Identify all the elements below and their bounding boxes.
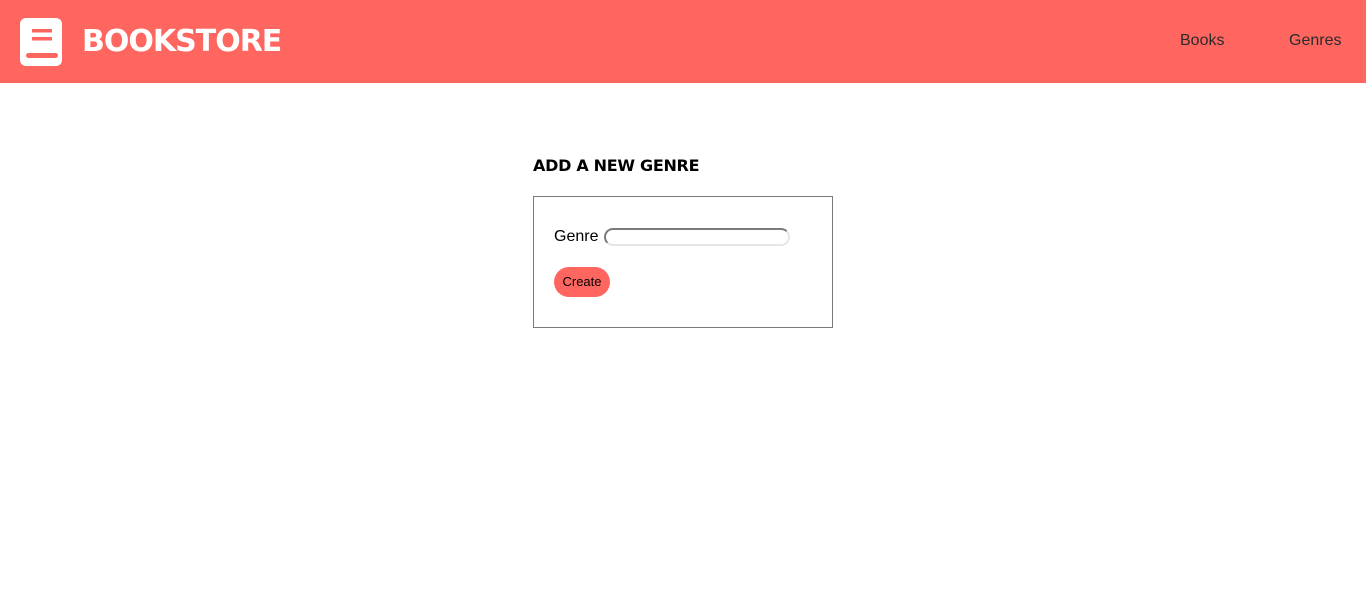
navbar: BOOKSTORE Books Genres [0, 0, 1366, 83]
brand-name[interactable]: BOOKSTORE [82, 22, 282, 62]
genre-input[interactable] [604, 228, 790, 246]
book-icon [20, 18, 62, 66]
nav-link-genres[interactable]: Genres [1289, 32, 1341, 50]
genre-label: Genre [554, 228, 599, 245]
nav-link-books[interactable]: Books [1180, 32, 1224, 50]
page-title: ADD A NEW GENRE [533, 156, 700, 175]
add-genre-form: Genre Create [533, 196, 833, 328]
create-button[interactable]: Create [554, 267, 610, 297]
